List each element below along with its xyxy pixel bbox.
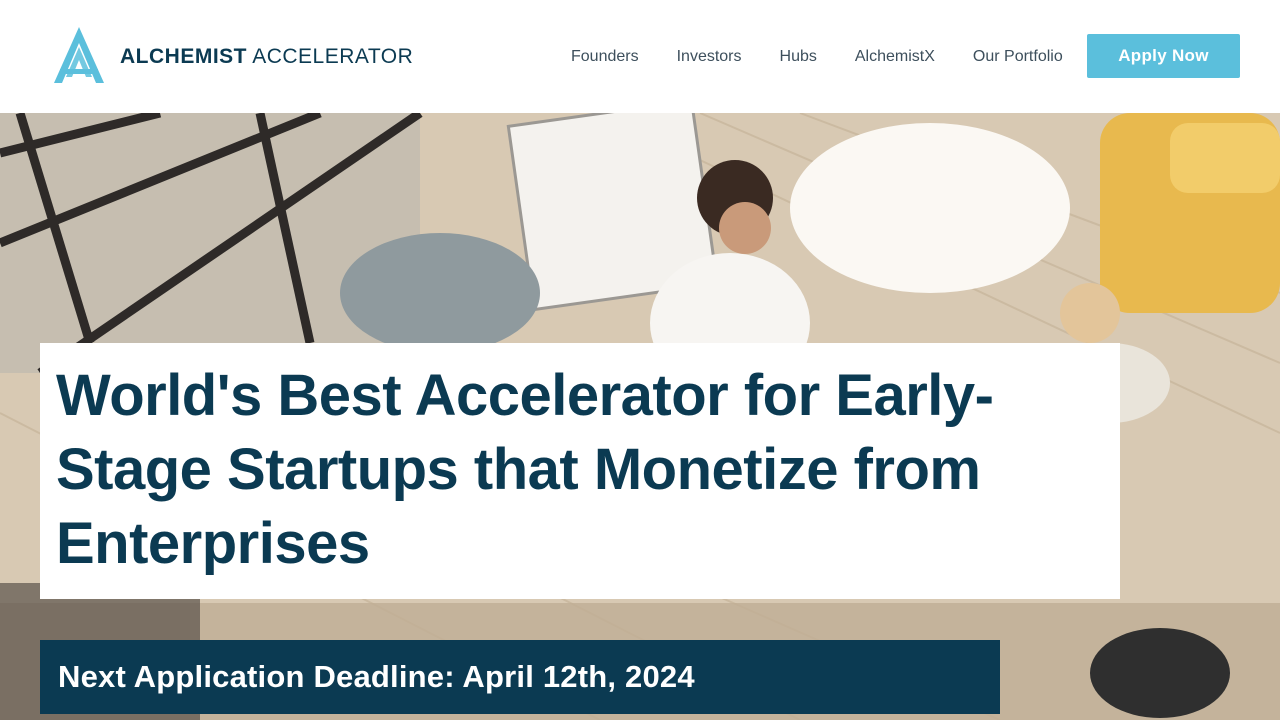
headline-box: World's Best Accelerator for Early-Stage… [40,343,1120,599]
application-deadline-text: Next Application Deadline: April 12th, 2… [58,659,695,694]
nav-item-investors[interactable]: Investors [658,48,761,66]
main-nav: Founders Investors Hubs AlchemistX Our P… [552,0,1082,113]
brand-wordmark: ALCHEMIST ACCELERATOR [120,46,413,67]
alchemist-a-logo-icon [54,27,104,83]
hero-headline: World's Best Accelerator for Early-Stage… [56,363,994,576]
nav-item-alchemistx[interactable]: AlchemistX [836,48,954,66]
apply-now-button[interactable]: Apply Now [1087,34,1240,78]
brand-name-bold: ALCHEMIST [120,44,247,68]
nav-item-our-portfolio[interactable]: Our Portfolio [954,48,1082,66]
hero-section: World's Best Accelerator for Early-Stage… [0,113,1280,720]
brand-logo[interactable]: ALCHEMIST ACCELERATOR [52,25,413,87]
site-header: ALCHEMIST ACCELERATOR Founders Investors… [0,0,1280,113]
brand-name-light: ACCELERATOR [252,44,414,68]
deadline-banner: Next Application Deadline: April 12th, 2… [40,640,1000,714]
nav-item-founders[interactable]: Founders [552,48,658,66]
nav-item-hubs[interactable]: Hubs [761,48,836,66]
